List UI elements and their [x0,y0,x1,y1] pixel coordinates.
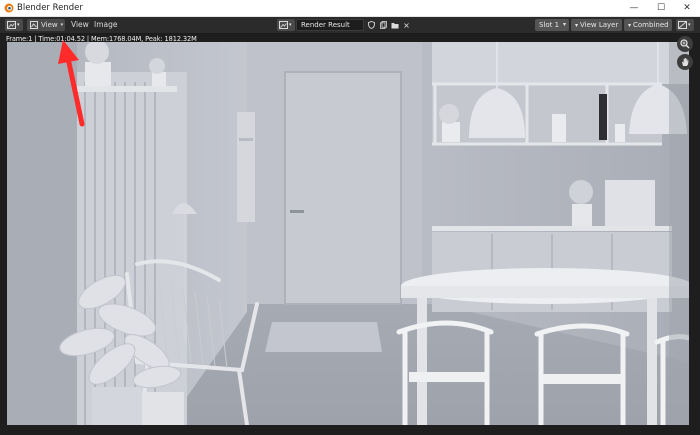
image-name-field[interactable]: Render Result [296,19,364,31]
view-icon [30,21,38,29]
chevron-down-icon: ▾ [688,22,691,28]
hand-pan-icon [682,57,689,66]
minimize-icon: — [629,3,639,13]
view-layer-label: View Layer [580,21,619,29]
window-title: Blender Render [17,3,83,13]
slot-dropdown[interactable]: Slot 1 ▾ [535,19,569,31]
open-image-button[interactable] [390,19,400,31]
menu-view[interactable]: View [71,19,89,31]
maximize-icon: ☐ [656,3,666,13]
folder-icon [391,22,399,28]
image-browse-icon [279,21,288,29]
fake-user-button[interactable] [366,19,376,31]
slot-label: Slot 1 [539,21,560,29]
new-image-button[interactable] [378,19,388,31]
minimize-button[interactable]: — [621,0,647,16]
render-pass-dropdown[interactable]: ▾ Combined [624,19,672,31]
shield-icon [367,21,375,29]
maximize-button[interactable]: ☐ [648,0,674,16]
chevron-down-icon: ▾ [60,22,64,28]
chevron-down-icon: ▾ [628,22,632,29]
chevron-down-icon: ▾ [289,22,292,28]
close-icon: ✕ [683,3,691,13]
chevron-down-icon: ▾ [575,22,579,29]
chevron-down-icon: ▾ [562,21,566,28]
browse-image-dropdown[interactable]: ▾ [277,19,295,31]
close-button[interactable]: ✕ [674,0,700,16]
render-pass-label: Combined [633,21,669,29]
view-mode-dropdown[interactable]: View ▾ [27,19,65,31]
duplicate-icon [379,21,387,29]
blender-logo-icon [4,3,14,13]
unlink-image-button[interactable]: × [402,19,411,31]
close-icon: × [403,20,410,30]
editor-type-dropdown[interactable]: ▾ [5,19,23,31]
zoom-button[interactable] [677,36,693,52]
view-layer-dropdown[interactable]: ▾ View Layer [571,19,622,31]
display-channels-dropdown[interactable]: ▾ [676,19,694,31]
image-editor-header: ▾ View ▾ View Image ▾ Render Result × Sl… [0,17,700,34]
image-editor-icon [7,21,16,29]
render-scene [7,42,689,425]
render-result-image [7,42,689,425]
view-mode-label: View [41,21,58,29]
window-title-bar: Blender Render — ☐ ✕ [0,0,700,17]
image-display-icon [678,21,687,29]
zoom-icon [680,39,690,49]
chevron-down-icon: ▾ [17,22,20,28]
red-arrow-icon [58,40,85,127]
pan-button[interactable] [677,54,693,70]
menu-image[interactable]: Image [94,19,118,31]
